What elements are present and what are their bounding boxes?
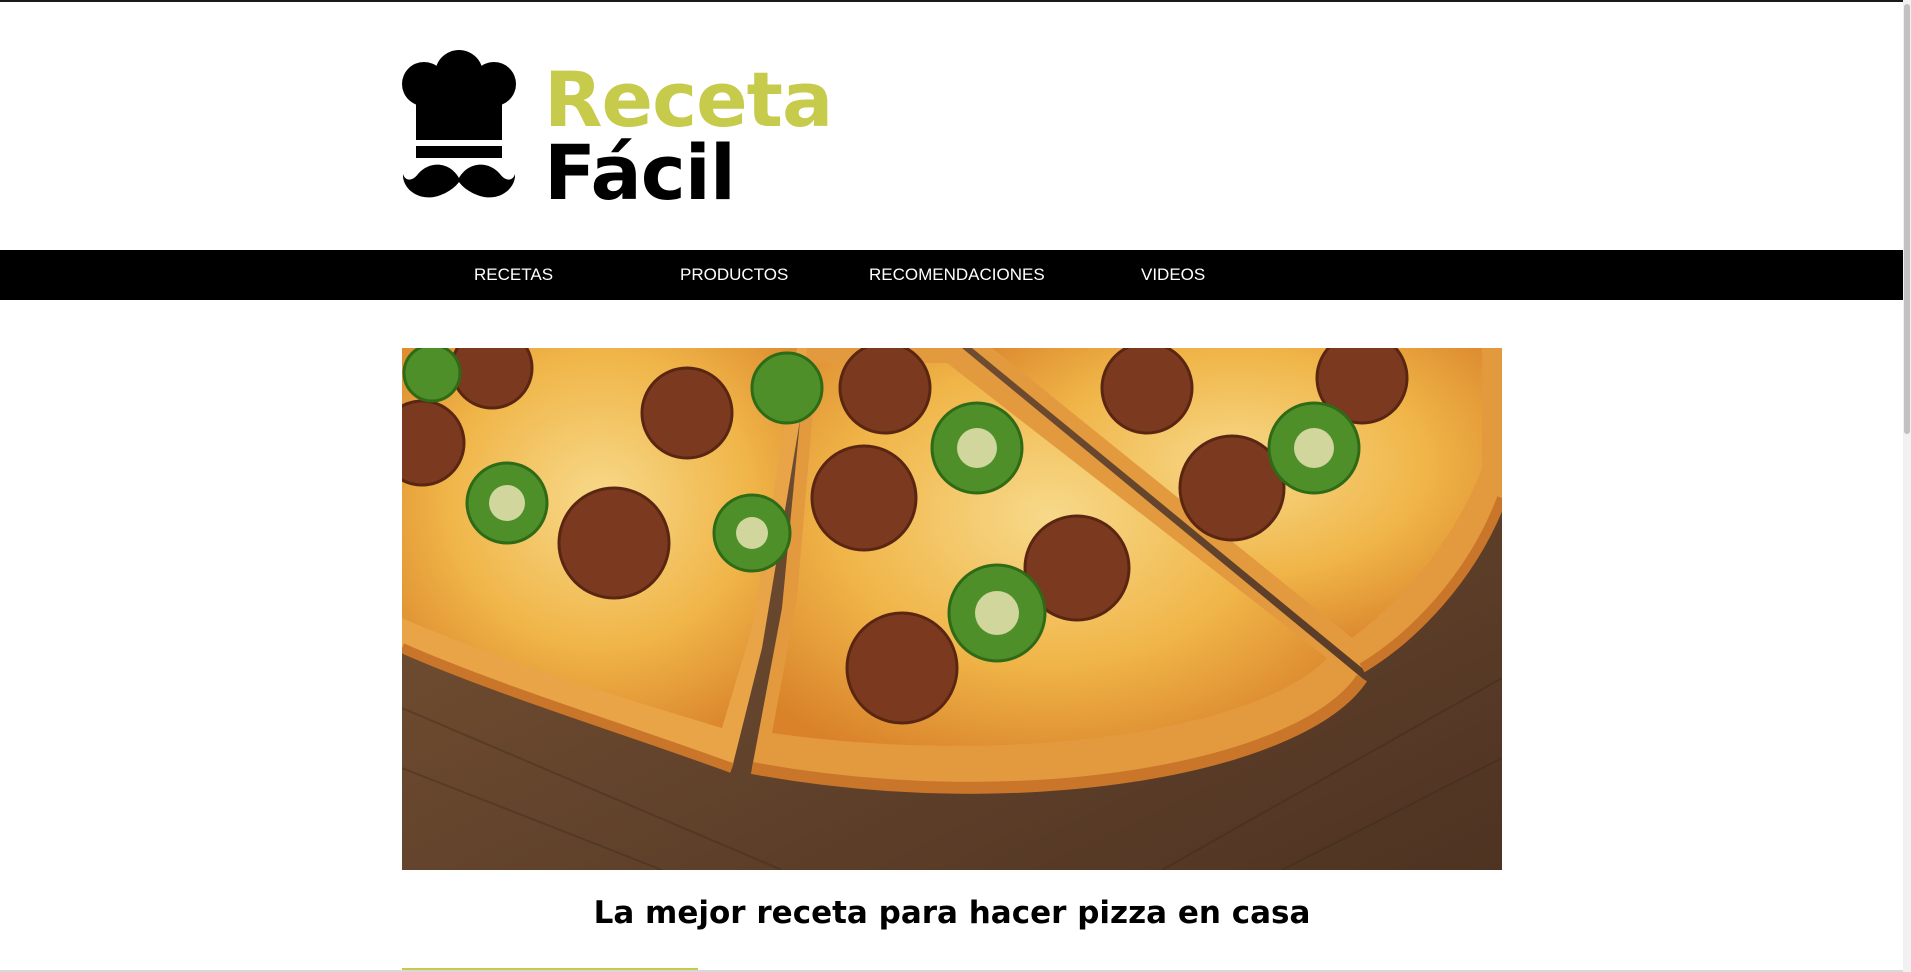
main-nav: RECETAS PRODUCTOS RECOMENDACIONES VIDEOS: [0, 250, 1903, 300]
chef-hat-mustache-icon: [402, 50, 516, 198]
site-header: Receta Fácil: [0, 2, 1903, 250]
hero-image[interactable]: [402, 348, 1502, 870]
logo-text: Receta Fácil: [544, 50, 833, 211]
article-title: La mejor receta para hacer pizza en casa: [593, 895, 1311, 931]
scrollbar-thumb[interactable]: [1904, 4, 1910, 434]
nav-item-recetas[interactable]: RECETAS: [474, 250, 553, 300]
vertical-scrollbar[interactable]: [1903, 0, 1911, 972]
nav-item-videos[interactable]: VIDEOS: [1141, 250, 1205, 300]
site-logo[interactable]: Receta Fácil: [402, 50, 833, 211]
nav-item-recomendaciones[interactable]: RECOMENDACIONES: [869, 250, 1045, 300]
nav-item-productos[interactable]: PRODUCTOS: [680, 250, 788, 300]
pizza-photo: [402, 348, 1502, 870]
